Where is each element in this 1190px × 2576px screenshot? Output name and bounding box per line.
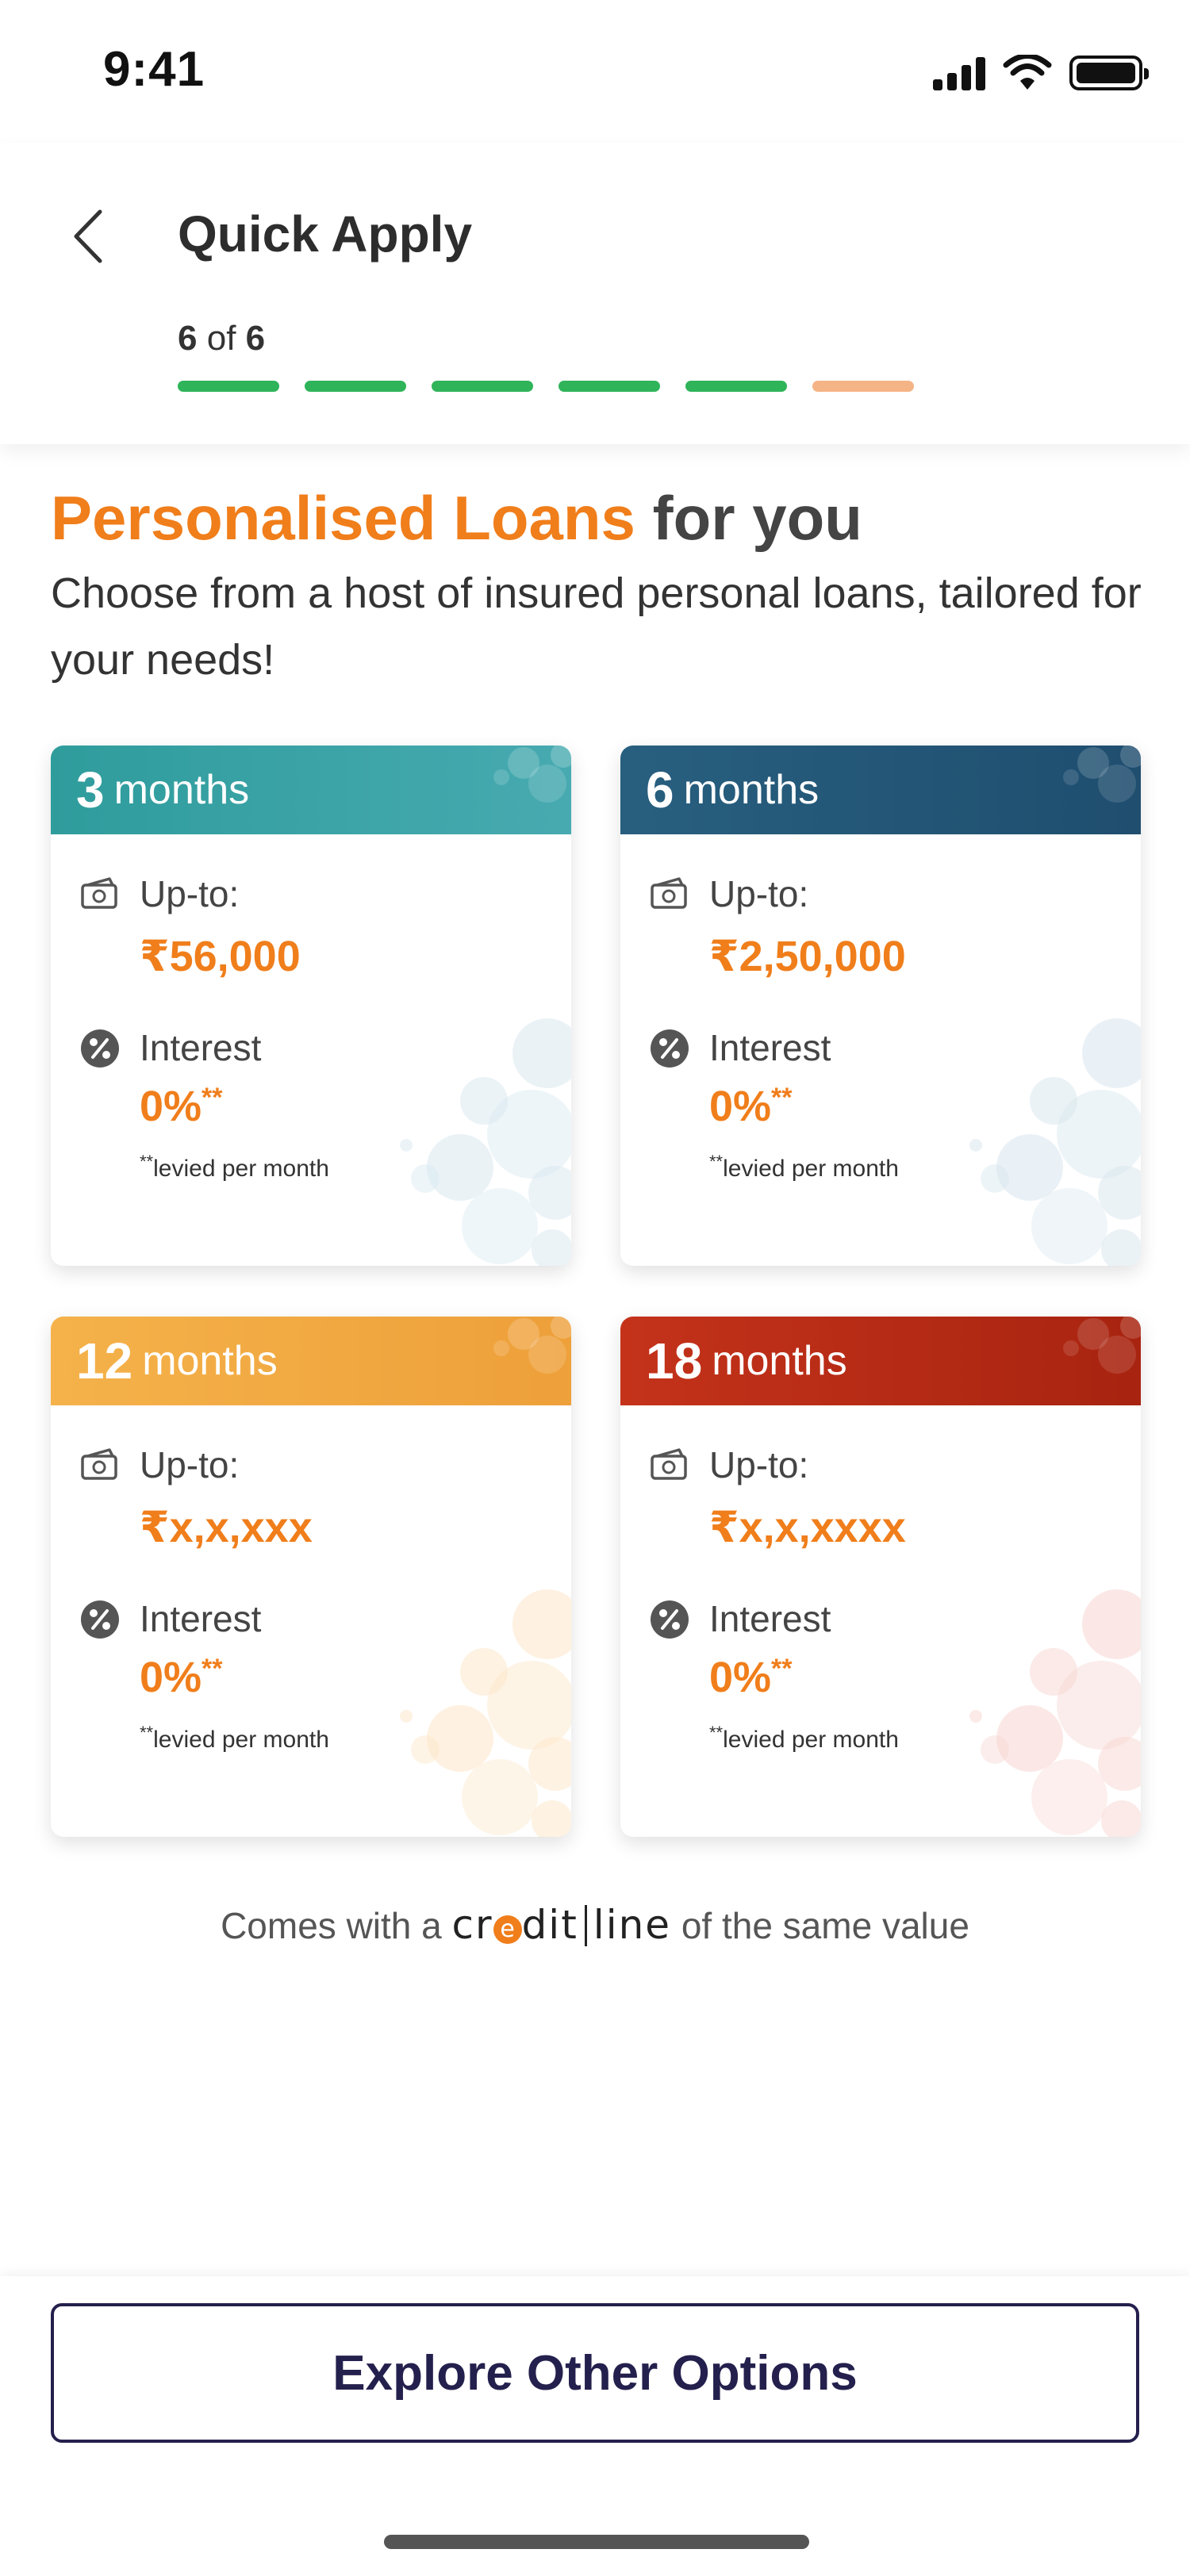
creditline-prefix: Comes with a [221,1905,442,1946]
bubbles-decoration [969,1018,1141,1266]
status-bar: 9:41 [0,0,1190,143]
progress-segment [432,381,533,392]
money-icon [651,877,687,909]
bubbles-decoration [400,1018,571,1266]
loan-tenure-number: 6 [646,761,674,818]
loan-amount: ₹2,50,000 [709,933,906,980]
interest-value: 0%** [709,1083,793,1130]
interest-note: **levied per month [140,1152,329,1182]
step-of: of [206,319,236,358]
money-icon [81,877,117,909]
upto-label: Up-to: [709,873,809,914]
creditline-suffix: of the same value [681,1905,969,1946]
money-icon [651,1448,687,1480]
progress-segment-current [812,381,914,392]
percent-icon [651,1600,689,1639]
status-time: 9:41 [103,42,205,97]
loan-tenure-unit: months [113,767,250,813]
page-title: Quick Apply [178,205,473,263]
bubbles-decoration [1063,1317,1141,1374]
percent-icon [81,1029,119,1068]
home-indicator [384,2535,809,2549]
step-counter: 6 of 6 [178,319,265,358]
loan-card-header: 18 months [620,1317,1141,1405]
interest-label: Interest [140,1027,262,1068]
progress-segment [178,381,279,392]
interest-value: 0%** [140,1654,223,1701]
loan-tenure-number: 12 [76,1332,133,1390]
money-icon [81,1448,117,1480]
loan-card-18-months[interactable]: 18 months Up-to: ₹x,x,xxxx Interest 0%**… [620,1317,1141,1837]
interest-note: **levied per month [709,1723,899,1753]
interest-note: **levied per month [140,1723,329,1753]
upto-label: Up-to: [140,1444,240,1485]
interest-label: Interest [709,1027,831,1068]
status-icons [933,51,1149,95]
hero-title-rest: for you [652,483,862,553]
step-total: 6 [245,319,266,358]
creditline-logo: cr e dit line [451,1902,672,1948]
hero-subtitle: Choose from a host of insured personal l… [51,569,1142,684]
loan-card-header: 3 months [51,746,571,834]
loan-amount: ₹x,x,xxx [140,1504,313,1551]
chevron-left-icon [74,209,102,263]
loan-tenure-unit: months [683,767,820,813]
hero-title-accent: Personalised Loans [51,483,635,553]
signal-icon [933,56,985,90]
loan-card-header: 6 months [620,746,1141,834]
progress-segment [559,381,660,392]
loan-card-6-months[interactable]: 6 months Up-to: ₹2,50,000 Interest 0%** … [620,746,1141,1266]
upto-label: Up-to: [709,1444,809,1485]
interest-label: Interest [709,1598,831,1639]
back-button[interactable] [56,197,119,276]
percent-icon [81,1600,119,1639]
bubbles-decoration [969,1589,1141,1837]
progress-segment [685,381,787,392]
loan-card-header: 12 months [51,1317,571,1405]
explore-other-options-button[interactable]: Explore Other Options [51,2303,1139,2443]
hero-title: Personalised Loans for you [51,482,862,554]
interest-value: 0%** [709,1654,793,1701]
interest-note: **levied per month [709,1152,899,1182]
creditline-note: Comes with a cr e dit line of the same valu… [0,1902,1190,1948]
loan-card-12-months[interactable]: 12 months Up-to: ₹x,x,xxx Interest 0%** … [51,1317,571,1837]
loan-tenure-unit: months [142,1338,278,1384]
loan-tenure-number: 18 [646,1332,703,1390]
bubbles-decoration [1063,746,1141,803]
header: Quick Apply 6 of 6 [0,143,1190,444]
wifi-icon [1003,55,1052,90]
loan-tenure-unit: months [712,1338,847,1384]
interest-label: Interest [140,1598,262,1639]
loan-amount: ₹56,000 [140,933,301,980]
loan-tenure-number: 3 [76,761,105,818]
progress-bar [178,381,914,392]
step-current: 6 [178,319,198,358]
bubbles-decoration [493,1317,571,1374]
battery-icon [1069,56,1149,90]
loan-amount: ₹x,x,xxxx [709,1504,906,1551]
interest-value: 0%** [140,1083,223,1130]
bubbles-decoration [400,1589,571,1837]
percent-icon [651,1029,689,1068]
upto-label: Up-to: [140,873,240,914]
bubbles-decoration [493,746,571,803]
progress-segment [305,381,406,392]
loan-card-3-months[interactable]: 3 months Up-to: ₹56,000 Interest 0%** **… [51,746,571,1266]
